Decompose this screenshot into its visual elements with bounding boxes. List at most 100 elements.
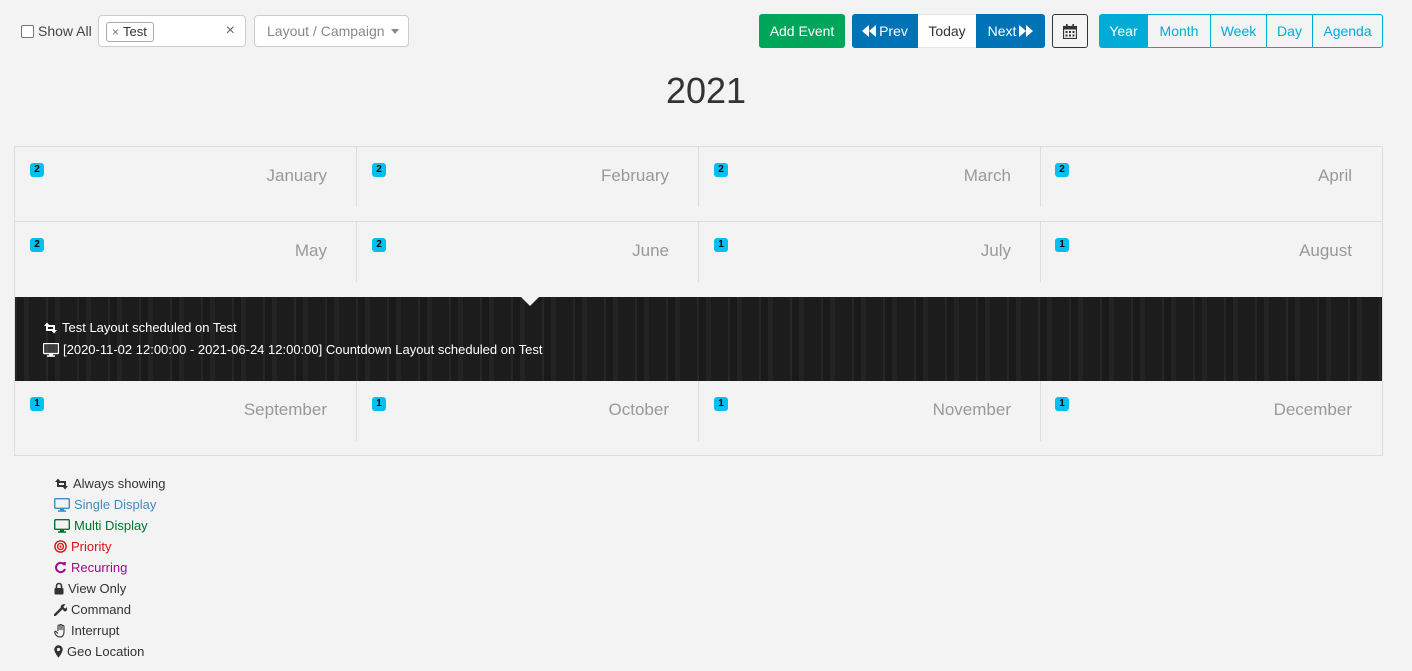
legend-item: Recurring <box>54 557 166 578</box>
event-count-badge: 1 <box>30 397 44 411</box>
add-event-button[interactable]: Add Event <box>759 14 845 48</box>
wrench-icon <box>54 604 67 616</box>
remove-tag-icon[interactable]: × <box>112 23 119 41</box>
show-all-label: Show All <box>38 23 92 39</box>
legend: Always showing Single Display Multi Disp… <box>54 473 166 662</box>
add-event-label: Add Event <box>769 23 835 39</box>
month-name: January <box>266 166 327 185</box>
retweet-icon <box>55 478 68 489</box>
backward-icon <box>862 25 877 37</box>
legend-label: Priority <box>71 539 112 554</box>
month-cell-december[interactable]: 1 December <box>1040 381 1382 456</box>
caret-down-icon <box>390 28 399 34</box>
datepicker-button[interactable] <box>1052 14 1088 48</box>
view-switcher: Year Month Week Day Agenda <box>1099 14 1383 48</box>
bullseye-icon <box>54 540 67 553</box>
event-count-badge: 1 <box>714 238 728 252</box>
checkbox-box[interactable] <box>21 24 34 38</box>
event-count-badge: 2 <box>372 238 386 252</box>
event-item[interactable]: Test Layout scheduled on Test <box>43 320 237 335</box>
view-agenda-button[interactable]: Agenda <box>1312 14 1383 48</box>
retweet-icon <box>44 322 57 333</box>
view-week-label: Week <box>1220 23 1257 39</box>
next-button[interactable]: Next <box>976 14 1045 48</box>
month-cell-may[interactable]: 2 May <box>15 222 357 297</box>
prev-button[interactable]: Prev <box>852 14 918 48</box>
event-count-badge: 1 <box>1055 397 1069 411</box>
month-name: April <box>1317 166 1352 185</box>
legend-label: Multi Display <box>74 518 148 533</box>
month-name: October <box>608 400 669 419</box>
legend-item: Priority <box>54 536 166 557</box>
view-year-label: Year <box>1109 23 1138 39</box>
event-count-badge: 1 <box>372 397 386 411</box>
event-count-badge: 1 <box>714 397 728 411</box>
legend-label: Recurring <box>71 560 128 575</box>
month-cell-august[interactable]: 1 August <box>1040 222 1382 297</box>
event-count-badge: 2 <box>30 163 44 177</box>
legend-item: Multi Display <box>54 515 166 536</box>
event-count-badge: 1 <box>1055 238 1069 252</box>
event-count-badge: 2 <box>1055 163 1069 177</box>
display-tag: × Test <box>106 22 154 42</box>
lock-icon <box>54 582 64 595</box>
month-name: November <box>932 400 1011 419</box>
event-count-badge: 2 <box>30 238 44 252</box>
desktop-icon <box>43 342 59 357</box>
legend-label: Command <box>71 602 131 617</box>
event-count-badge: 2 <box>714 163 728 177</box>
view-year-button[interactable]: Year <box>1099 14 1148 48</box>
desktop-icon <box>54 518 70 533</box>
month-cell-november[interactable]: 1 November <box>699 381 1041 456</box>
layout-campaign-dropdown[interactable]: Layout / Campaign <box>254 15 409 47</box>
month-name: September <box>243 400 327 419</box>
view-day-label: Day <box>1277 23 1302 39</box>
forward-icon <box>1019 25 1034 37</box>
event-text: Test Layout scheduled on Test <box>62 320 237 335</box>
legend-item: Always showing <box>54 473 166 494</box>
legend-label: Single Display <box>74 497 157 512</box>
prev-label: Prev <box>879 23 908 39</box>
month-cell-january[interactable]: 2 January <box>15 147 357 222</box>
view-month-label: Month <box>1159 23 1199 39</box>
month-cell-february[interactable]: 2 February <box>357 147 699 222</box>
event-count-badge: 2 <box>372 163 386 177</box>
legend-item: Single Display <box>54 494 166 515</box>
legend-label: Geo Location <box>67 644 145 659</box>
legend-item: Command <box>54 599 166 620</box>
view-month-button[interactable]: Month <box>1147 14 1211 48</box>
refresh-icon <box>55 561 66 574</box>
layout-campaign-label: Layout / Campaign <box>267 23 385 39</box>
month-name: March <box>963 166 1011 185</box>
display-tag-label: Test <box>123 24 147 39</box>
event-item[interactable]: [2020-11-02 12:00:00 - 2021-06-24 12:00:… <box>43 342 542 357</box>
legend-label: Interrupt <box>71 623 120 638</box>
year-title: 2021 <box>665 70 747 111</box>
legend-label: Always showing <box>73 476 166 491</box>
display-select[interactable]: × Test × <box>98 15 246 47</box>
hand-icon <box>54 623 65 638</box>
month-name: August <box>1299 241 1352 260</box>
month-cell-april[interactable]: 2 April <box>1040 147 1382 222</box>
clear-selection-icon[interactable]: × <box>226 22 235 40</box>
show-all-checkbox[interactable]: Show All <box>21 22 92 40</box>
view-week-button[interactable]: Week <box>1210 14 1267 48</box>
month-cell-october[interactable]: 1 October <box>357 381 699 456</box>
view-day-button[interactable]: Day <box>1266 14 1313 48</box>
view-agenda-label: Agenda <box>1323 23 1372 39</box>
month-cell-july[interactable]: 1 July <box>699 222 1041 297</box>
legend-item: Geo Location <box>54 641 166 662</box>
month-name: June <box>632 241 669 260</box>
legend-item: Interrupt <box>54 620 166 641</box>
today-button[interactable]: Today <box>918 14 976 48</box>
calendar-icon <box>1063 23 1077 39</box>
desktop-icon <box>54 497 70 512</box>
event-text: [2020-11-02 12:00:00 - 2021-06-24 12:00:… <box>63 342 543 357</box>
panel-pointer <box>521 297 539 306</box>
month-cell-june[interactable]: 2 June <box>357 222 699 297</box>
month-name: May <box>294 241 327 260</box>
month-cell-september[interactable]: 1 September <box>15 381 357 456</box>
next-label: Next <box>987 23 1017 39</box>
legend-label: View Only <box>68 581 127 596</box>
month-cell-march[interactable]: 2 March <box>699 147 1041 222</box>
